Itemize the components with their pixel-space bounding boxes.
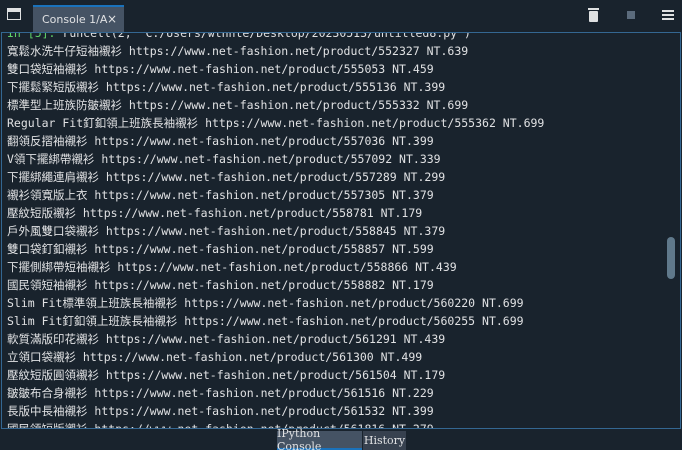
output-line: Slim Fit釘釦領上班族長袖襯衫 https://www.net-fashi… bbox=[7, 314, 524, 328]
tab-console[interactable]: Console 1/A × bbox=[33, 5, 124, 32]
output-line: V領下擺綁帶襯衫 https://www.net-fashion.net/pro… bbox=[7, 152, 441, 166]
output-line: 立領口袋襯衫 https://www.net-fashion.net/produ… bbox=[7, 350, 423, 364]
output-line: 下擺側綁帶短袖襯衫 https://www.net-fashion.net/pr… bbox=[7, 260, 457, 274]
output-line: 雙口袋釘釦襯衫 https://www.net-fashion.net/prod… bbox=[7, 242, 434, 256]
output-line: 標準型上班族防皺襯衫 https://www.net-fashion.net/p… bbox=[7, 98, 469, 112]
output-line: 下擺綁繩連肩襯衫 https://www.net-fashion.net/pro… bbox=[7, 170, 446, 184]
output-line: 襯衫領寬版上衣 https://www.net-fashion.net/prod… bbox=[7, 188, 434, 202]
output-line: 長版中長袖襯衫 https://www.net-fashion.net/prod… bbox=[7, 404, 434, 418]
tab-ipython-console[interactable]: IPython Console bbox=[277, 427, 362, 450]
output-line: 雙口袋短袖襯衫 https://www.net-fashion.net/prod… bbox=[7, 62, 434, 76]
output-line: 國民領短袖襯衫 https://www.net-fashion.net/prod… bbox=[7, 278, 434, 292]
close-icon[interactable]: × bbox=[106, 12, 118, 26]
run-command: runcell(2, 'C:/Users/wthnte/Desktop/2023… bbox=[55, 32, 471, 40]
output-line: 戶外風雙口袋襯衫 https://www.net-fashion.net/pro… bbox=[7, 224, 446, 238]
output-line: 翻領反摺袖襯衫 https://www.net-fashion.net/prod… bbox=[7, 134, 434, 148]
top-bar: Console 1/A × bbox=[0, 0, 682, 32]
pane-options-icon[interactable] bbox=[7, 8, 21, 20]
output-line: 寬鬆水洗牛仔短袖襯衫 https://www.net-fashion.net/p… bbox=[7, 44, 469, 58]
stop-icon[interactable] bbox=[622, 6, 640, 24]
hamburger-menu-icon[interactable] bbox=[659, 6, 677, 24]
output-line: 下擺鬆緊短版襯衫 https://www.net-fashion.net/pro… bbox=[7, 80, 446, 94]
console-lines: In [5]: runcell(2, 'C:/Users/wthnte/Desk… bbox=[7, 32, 545, 429]
bottom-tab-bar: IPython Console History bbox=[0, 427, 682, 450]
output-line: 壓紋短版襯衫 https://www.net-fashion.net/produ… bbox=[7, 206, 423, 220]
tab-label: Console 1/A bbox=[42, 13, 108, 26]
output-line: 國民領短版襯衫 https://www.net-fashion.net/prod… bbox=[7, 422, 434, 429]
trash-icon[interactable] bbox=[585, 6, 603, 24]
tab-history[interactable]: History bbox=[363, 431, 406, 450]
output-line: Slim Fit標準領上班族長袖襯衫 https://www.net-fashi… bbox=[7, 296, 524, 310]
console-input-line: In [5]: runcell(2, 'C:/Users/wthnte/Desk… bbox=[7, 32, 544, 42]
vertical-scrollbar[interactable] bbox=[666, 45, 676, 421]
console-output[interactable]: In [5]: runcell(2, 'C:/Users/wthnte/Desk… bbox=[1, 32, 681, 429]
output-line: 壓紋短版圓領襯衫 https://www.net-fashion.net/pro… bbox=[7, 368, 446, 382]
input-prompt: In [5]: bbox=[7, 32, 56, 40]
output-line: 皺皺布合身襯衫 https://www.net-fashion.net/prod… bbox=[7, 386, 434, 400]
output-line: Regular Fit釘釦領上班族長袖襯衫 https://www.net-fa… bbox=[7, 116, 545, 130]
scrollbar-thumb[interactable] bbox=[667, 237, 675, 279]
output-line: 軟質滿版印花襯衫 https://www.net-fashion.net/pro… bbox=[7, 332, 446, 346]
